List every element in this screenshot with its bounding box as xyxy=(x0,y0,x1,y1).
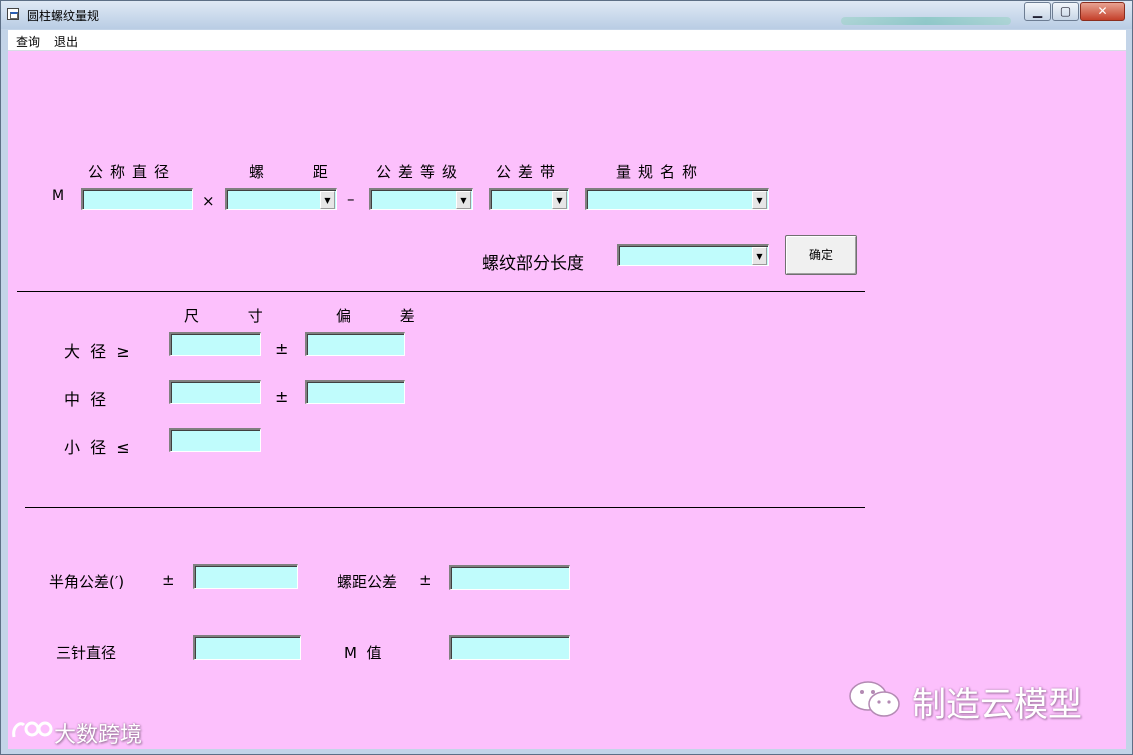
watermark-brand: 制造云模型 xyxy=(848,675,1108,725)
pitch-tolerance-label: 螺距公差 xyxy=(337,573,398,591)
pitch-select[interactable]: ▼ xyxy=(225,188,337,210)
m-value-input[interactable] xyxy=(449,635,570,660)
app-icon[interactable] xyxy=(7,8,19,20)
three-wire-diameter-label: 三针直径 xyxy=(56,644,117,662)
half-angle-pm-sign: ± xyxy=(162,571,175,589)
minimize-button[interactable]: ▁ xyxy=(1024,2,1051,21)
dash-sign: – xyxy=(347,190,355,208)
thread-prefix-m: M xyxy=(52,188,65,204)
pitch-tolerance-input[interactable] xyxy=(449,565,570,590)
pitch-diameter-deviation-input[interactable] xyxy=(305,380,405,404)
nominal-diameter-input[interactable] xyxy=(81,188,193,210)
tolerance-zone-select[interactable]: ▼ xyxy=(489,188,569,210)
three-wire-diameter-input[interactable] xyxy=(193,635,301,660)
pitch-diameter-size-input[interactable] xyxy=(169,380,261,404)
thread-length-dropdown-arrow-icon[interactable]: ▼ xyxy=(752,247,767,265)
pitch-dropdown-arrow-icon[interactable]: ▼ xyxy=(320,191,335,209)
window-title: 圆柱螺纹量规 xyxy=(27,9,100,23)
background-taskbar-blur xyxy=(841,17,1011,25)
header-deviation: 偏 差 xyxy=(336,307,437,325)
form-client-area: 公称直径 螺 距 公差等级 公差带 量规名称 M × ▼ – ▼ ▼ ▼ 螺纹部… xyxy=(8,51,1126,749)
half-angle-tolerance-input[interactable] xyxy=(193,564,298,589)
watermark-corner-text: 大数跨境 xyxy=(54,723,143,748)
m-value-label: M 值 xyxy=(344,644,382,662)
menu-item-exit[interactable]: 退出 xyxy=(54,33,78,50)
gauge-name-select[interactable]: ▼ xyxy=(585,188,769,210)
half-angle-tolerance-label: 半角公差(′) xyxy=(49,573,125,591)
major-diameter-label: 大 径 ≥ xyxy=(64,342,130,361)
maximize-button[interactable]: ▢ xyxy=(1052,2,1079,21)
wechat-icon xyxy=(849,681,900,717)
watermark-corner: 大数跨境 xyxy=(8,715,168,748)
header-nominal-diameter: 公称直径 xyxy=(88,163,177,181)
pitch-diameter-pm-sign: ± xyxy=(275,387,289,406)
times-sign: × xyxy=(202,192,215,210)
watermark-brand-text: 制造云模型 xyxy=(912,685,1082,725)
header-gauge-name: 量规名称 xyxy=(616,163,705,181)
major-pm-sign: ± xyxy=(275,339,289,358)
menu-bar: 查询 退出 xyxy=(8,30,1126,51)
menu-item-query[interactable]: 查询 xyxy=(16,33,40,50)
divider-top xyxy=(17,291,865,292)
thread-length-select[interactable]: ▼ xyxy=(617,244,769,266)
title-bar[interactable]: 圆柱螺纹量规 ▁ ▢ ✕ xyxy=(1,1,1132,29)
header-pitch: 螺 距 xyxy=(249,163,350,181)
tolerance-zone-dropdown-arrow-icon[interactable]: ▼ xyxy=(552,191,567,209)
ok-button[interactable]: 确定 xyxy=(785,235,857,275)
pitch-diameter-label: 中 径 xyxy=(64,390,107,409)
thread-length-label: 螺纹部分长度 xyxy=(482,254,584,274)
divider-bottom xyxy=(25,507,865,508)
corner-logo-icon xyxy=(12,721,53,738)
close-button[interactable]: ✕ xyxy=(1080,2,1125,21)
minor-diameter-label: 小 径 ≤ xyxy=(64,438,130,457)
app-window: 圆柱螺纹量规 ▁ ▢ ✕ 查询 退出 公称直径 螺 距 公差等级 公差带 量规名… xyxy=(0,0,1133,755)
pitch-tolerance-pm-sign: ± xyxy=(419,571,432,589)
minor-diameter-size-input[interactable] xyxy=(169,428,261,452)
tolerance-grade-dropdown-arrow-icon[interactable]: ▼ xyxy=(456,191,471,209)
header-size: 尺 寸 xyxy=(184,307,285,325)
major-diameter-deviation-input[interactable] xyxy=(305,332,405,356)
header-tolerance-zone: 公差带 xyxy=(496,163,563,181)
gauge-name-dropdown-arrow-icon[interactable]: ▼ xyxy=(752,191,767,209)
header-tolerance-grade: 公差等级 xyxy=(376,163,465,181)
major-diameter-size-input[interactable] xyxy=(169,332,261,356)
tolerance-grade-select[interactable]: ▼ xyxy=(369,188,473,210)
